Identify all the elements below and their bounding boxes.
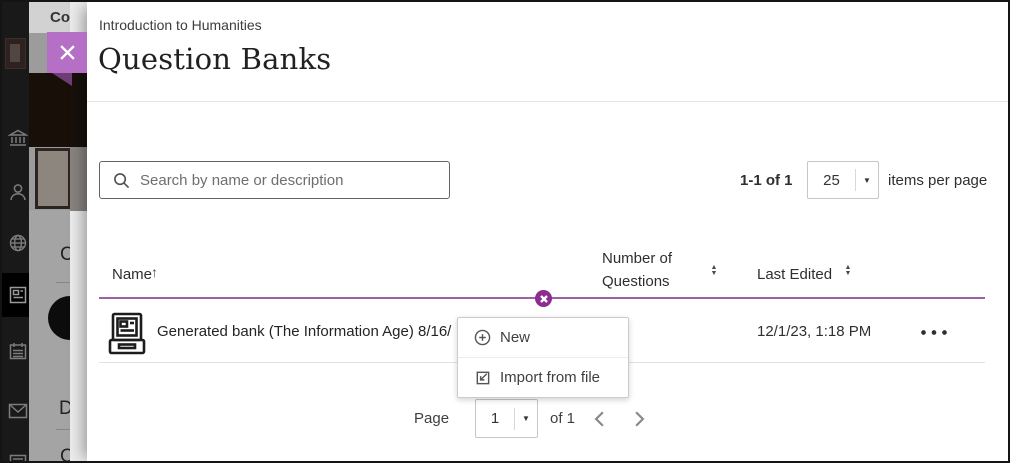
page-size-select[interactable]: 25 ▼ [807, 161, 879, 199]
column-header-last-edited[interactable]: Last Edited [757, 266, 832, 283]
close-icon [59, 44, 76, 61]
dimmed-text-fragment: C [60, 244, 70, 266]
items-per-page-label: items per page [888, 172, 987, 189]
panel-header: Introduction to Humanities Question Bank… [87, 2, 1010, 102]
page-of-label: of 1 [550, 410, 575, 427]
dimmed-text-fragment: C [60, 446, 70, 463]
sort-toggle-icon[interactable]: ▲▼ [843, 265, 853, 277]
question-bank-icon [106, 311, 148, 357]
last-edited-value: 12/1/23, 1:18 PM [757, 323, 871, 340]
column-header-questions[interactable]: Number of Questions [602, 247, 688, 293]
chevron-left-icon [593, 410, 606, 428]
grades-icon[interactable] [8, 284, 28, 306]
page-label: Page [414, 410, 449, 427]
sort-toggle-icon[interactable]: ▲▼ [709, 265, 719, 277]
row-options-button[interactable] [920, 320, 948, 342]
breadcrumb: Introduction to Humanities [99, 17, 262, 33]
institution-icon[interactable] [8, 127, 28, 149]
plus-circle-icon [474, 329, 491, 346]
close-panel-button[interactable] [47, 32, 87, 73]
insert-close-button[interactable] [535, 290, 552, 307]
search-input[interactable] [140, 172, 449, 189]
import-file-icon [474, 369, 491, 386]
results-range: 1-1 of 1 [740, 172, 793, 189]
base-nav-sidebar [2, 2, 29, 463]
close-icon [540, 295, 548, 303]
globe-icon[interactable] [8, 232, 28, 254]
dimmed-text-fragment: Co [50, 9, 70, 26]
page-value: 1 [476, 410, 514, 427]
menu-item-label: Import from file [500, 369, 600, 386]
close-button-fold [52, 73, 72, 86]
screen: Co C D C Introduction to Humanities Ques… [0, 0, 1010, 463]
course-card-image [35, 148, 71, 209]
menu-item-label: New [500, 329, 530, 346]
dimmed-text-fragment: D [59, 398, 70, 420]
next-page-button[interactable] [627, 408, 651, 432]
previous-page-button[interactable] [587, 408, 611, 432]
column-header-name[interactable]: Name [112, 266, 152, 283]
menu-item-import-from-file[interactable]: Import from file [458, 358, 628, 397]
insert-menu: New Import from file [457, 317, 629, 398]
chevron-right-icon [633, 410, 646, 428]
messages-icon[interactable] [8, 400, 28, 422]
question-banks-panel: Introduction to Humanities Question Bank… [87, 2, 1010, 463]
search-icon [113, 172, 130, 189]
chevron-down-icon: ▼ [515, 414, 537, 423]
calendar-icon[interactable] [8, 340, 28, 362]
institution-logo [5, 38, 26, 69]
page-size-value: 25 [808, 172, 855, 189]
ellipsis-icon [920, 329, 948, 336]
menu-item-new[interactable]: New [458, 318, 628, 357]
page-title: Question Banks [98, 42, 331, 76]
sort-ascending-icon[interactable]: ↑ [151, 264, 158, 280]
chevron-down-icon: ▼ [856, 176, 878, 185]
tools-icon[interactable] [8, 452, 28, 463]
search-box[interactable] [99, 161, 450, 199]
bank-name-link[interactable]: Generated bank (The Information Age) 8/1… [157, 323, 457, 340]
profile-icon[interactable] [8, 181, 28, 203]
page-select[interactable]: 1 ▼ [475, 399, 538, 438]
